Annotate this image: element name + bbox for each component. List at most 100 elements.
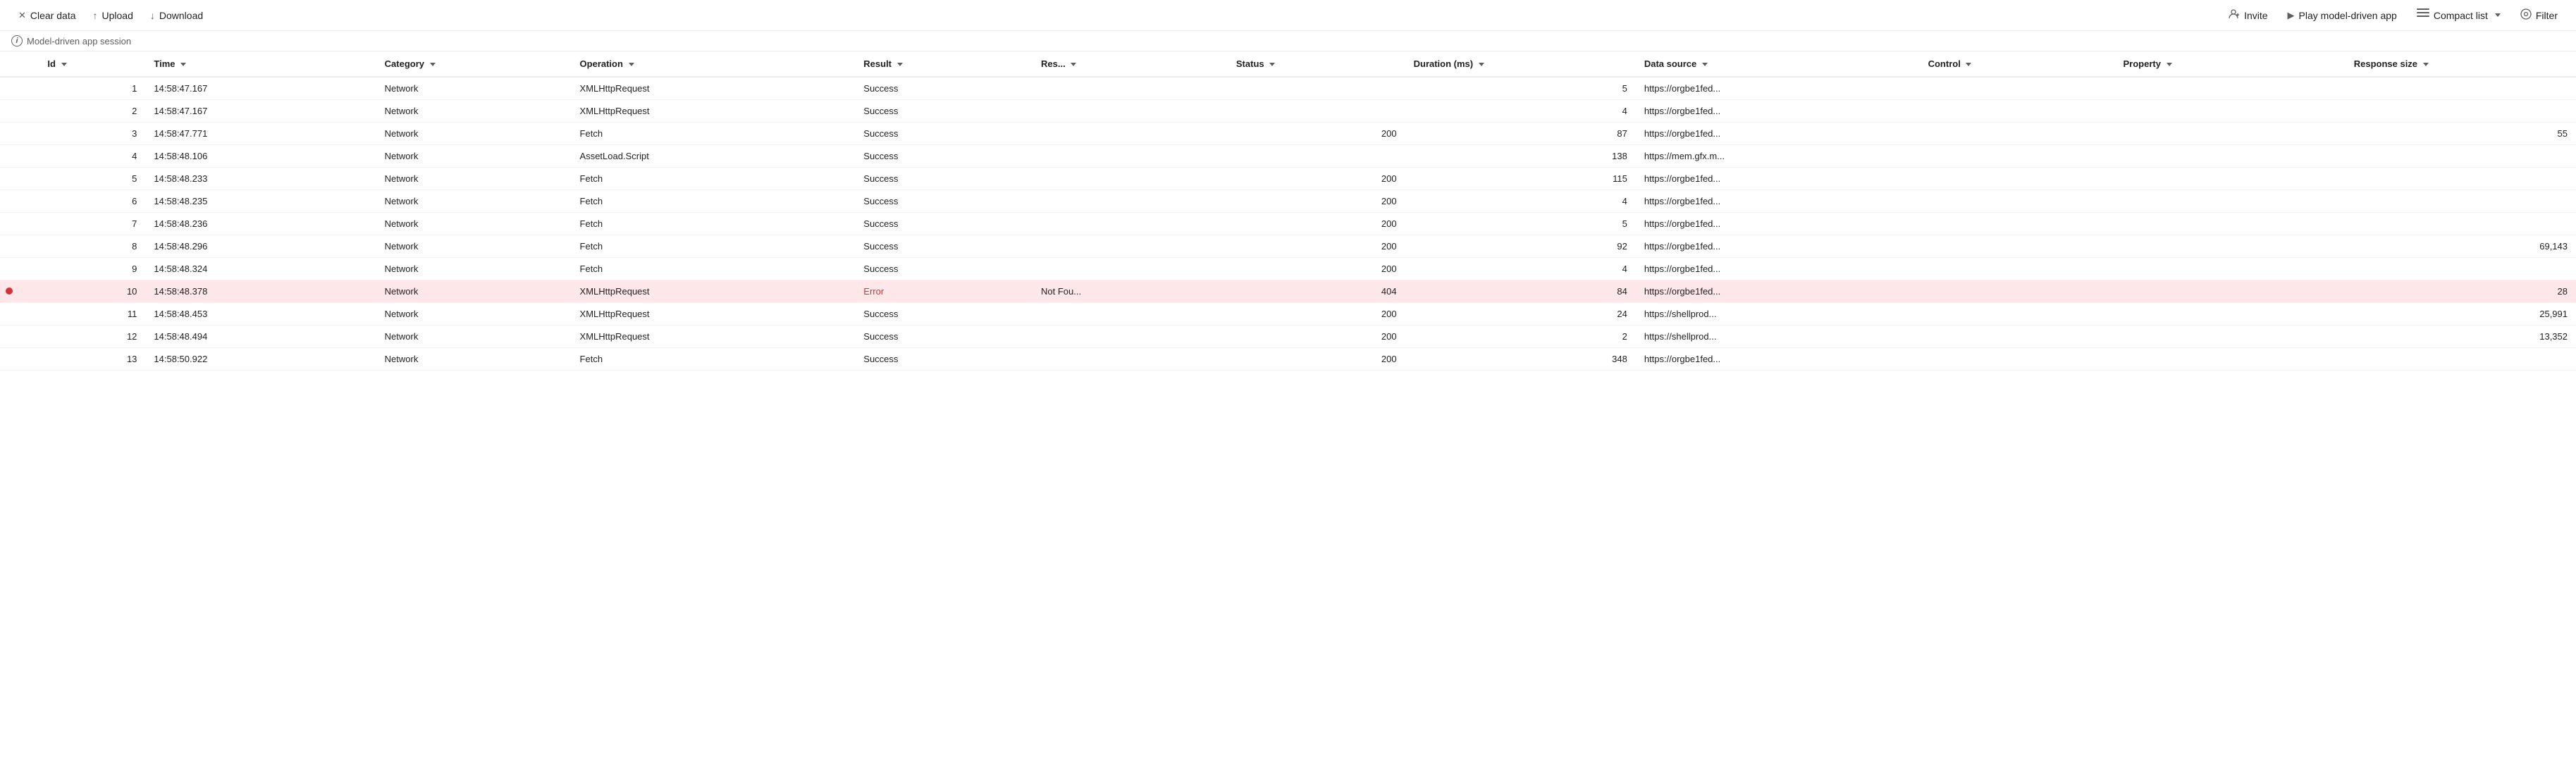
col-category-sort-icon xyxy=(430,63,436,66)
cell-category: Network xyxy=(376,100,572,123)
cell-id: 11 xyxy=(39,303,145,326)
row-error-marker-cell xyxy=(0,213,39,235)
toolbar-right: Invite ▶ Play model-driven app Compact l… xyxy=(2221,4,2565,26)
cell-time: 14:58:47.771 xyxy=(145,123,376,145)
table-row[interactable]: 714:58:48.236NetworkFetchSuccess2005http… xyxy=(0,213,2576,235)
table-row[interactable]: 1314:58:50.922NetworkFetchSuccess200348h… xyxy=(0,348,2576,371)
col-header-property[interactable]: Property xyxy=(2114,51,2345,77)
cell-response xyxy=(2346,77,2576,100)
filter-button[interactable]: Filter xyxy=(2513,4,2565,26)
compact-list-chevron-icon xyxy=(2495,13,2501,17)
table-row[interactable]: 914:58:48.324NetworkFetchSuccess2004http… xyxy=(0,258,2576,280)
col-header-response[interactable]: Response size xyxy=(2346,51,2576,77)
cell-status: 200 xyxy=(1228,303,1405,326)
row-error-marker-cell xyxy=(0,235,39,258)
cell-control xyxy=(1920,145,2115,168)
table-row[interactable]: 114:58:47.167NetworkXMLHttpRequestSucces… xyxy=(0,77,2576,100)
col-status-sort-icon xyxy=(1269,63,1275,66)
cell-time: 14:58:48.378 xyxy=(145,280,376,303)
col-header-result[interactable]: Result xyxy=(855,51,1033,77)
cell-status: 200 xyxy=(1228,190,1405,213)
cell-id: 3 xyxy=(39,123,145,145)
cell-operation: Fetch xyxy=(572,190,856,213)
col-header-id[interactable]: Id xyxy=(39,51,145,77)
invite-button[interactable]: Invite xyxy=(2221,4,2274,26)
table-row[interactable]: 1014:58:48.378NetworkXMLHttpRequestError… xyxy=(0,280,2576,303)
cell-control xyxy=(1920,168,2115,190)
cell-time: 14:58:48.233 xyxy=(145,168,376,190)
cell-property xyxy=(2114,77,2345,100)
col-header-status[interactable]: Status xyxy=(1228,51,1405,77)
compact-list-button[interactable]: Compact list xyxy=(2410,4,2508,26)
cell-res xyxy=(1033,168,1228,190)
cell-response xyxy=(2346,258,2576,280)
cell-duration: 84 xyxy=(1405,280,1636,303)
col-header-time[interactable]: Time xyxy=(145,51,376,77)
row-error-marker-cell xyxy=(0,258,39,280)
cell-category: Network xyxy=(376,235,572,258)
col-header-res-label: Res... xyxy=(1041,58,1066,69)
invite-icon xyxy=(2229,8,2240,22)
cell-category: Network xyxy=(376,145,572,168)
cell-res xyxy=(1033,145,1228,168)
cell-operation: XMLHttpRequest xyxy=(572,77,856,100)
toolbar-left: ✕ Clear data ↑ Upload ↓ Download xyxy=(11,6,210,25)
col-header-time-label: Time xyxy=(154,58,175,69)
col-res-sort-icon xyxy=(1071,63,1076,66)
col-header-datasource[interactable]: Data source xyxy=(1636,51,1920,77)
cell-category: Network xyxy=(376,168,572,190)
cell-status: 200 xyxy=(1228,235,1405,258)
col-header-control[interactable]: Control xyxy=(1920,51,2115,77)
cell-status xyxy=(1228,77,1405,100)
cell-category: Network xyxy=(376,303,572,326)
cell-result: Success xyxy=(855,235,1033,258)
cell-status: 200 xyxy=(1228,123,1405,145)
cell-status xyxy=(1228,145,1405,168)
col-header-operation[interactable]: Operation xyxy=(572,51,856,77)
play-model-button[interactable]: ▶ Play model-driven app xyxy=(2281,6,2404,25)
table-row[interactable]: 814:58:48.296NetworkFetchSuccess20092htt… xyxy=(0,235,2576,258)
col-duration-sort-icon xyxy=(1479,63,1484,66)
cell-operation: Fetch xyxy=(572,258,856,280)
cell-res xyxy=(1033,303,1228,326)
cell-status: 200 xyxy=(1228,168,1405,190)
cell-res xyxy=(1033,235,1228,258)
cell-property xyxy=(2114,348,2345,371)
row-error-marker-cell xyxy=(0,190,39,213)
cell-time: 14:58:48.324 xyxy=(145,258,376,280)
cell-control xyxy=(1920,258,2115,280)
download-label: Download xyxy=(159,10,203,21)
row-error-marker-cell xyxy=(0,145,39,168)
col-header-category[interactable]: Category xyxy=(376,51,572,77)
table-row[interactable]: 214:58:47.167NetworkXMLHttpRequestSucces… xyxy=(0,100,2576,123)
col-header-operation-label: Operation xyxy=(580,58,623,69)
clear-data-button[interactable]: ✕ Clear data xyxy=(11,6,83,25)
row-error-marker-cell xyxy=(0,123,39,145)
cell-property xyxy=(2114,168,2345,190)
table-row[interactable]: 514:58:48.233NetworkFetchSuccess200115ht… xyxy=(0,168,2576,190)
cell-control xyxy=(1920,100,2115,123)
cell-control xyxy=(1920,348,2115,371)
cell-property xyxy=(2114,190,2345,213)
col-header-id-label: Id xyxy=(47,58,56,69)
col-id-sort-icon xyxy=(61,63,67,66)
cell-result: Success xyxy=(855,326,1033,348)
table-row[interactable]: 1214:58:48.494NetworkXMLHttpRequestSucce… xyxy=(0,326,2576,348)
cell-res xyxy=(1033,190,1228,213)
table-row[interactable]: 614:58:48.235NetworkFetchSuccess2004http… xyxy=(0,190,2576,213)
row-error-marker-cell xyxy=(0,168,39,190)
cell-datasource: https://orgbe1fed... xyxy=(1636,258,1920,280)
table-row[interactable]: 1114:58:48.453NetworkXMLHttpRequestSucce… xyxy=(0,303,2576,326)
col-header-duration[interactable]: Duration (ms) xyxy=(1405,51,1636,77)
col-header-res[interactable]: Res... xyxy=(1033,51,1228,77)
upload-button[interactable]: ↑ Upload xyxy=(86,6,140,25)
cell-time: 14:58:48.453 xyxy=(145,303,376,326)
table-row[interactable]: 414:58:48.106NetworkAssetLoad.ScriptSucc… xyxy=(0,145,2576,168)
col-property-sort-icon xyxy=(2167,63,2172,66)
cell-res xyxy=(1033,77,1228,100)
download-button[interactable]: ↓ Download xyxy=(143,6,210,25)
cell-property xyxy=(2114,123,2345,145)
cell-result: Success xyxy=(855,123,1033,145)
table-row[interactable]: 314:58:47.771NetworkFetchSuccess20087htt… xyxy=(0,123,2576,145)
cell-datasource: https://shellprod... xyxy=(1636,303,1920,326)
